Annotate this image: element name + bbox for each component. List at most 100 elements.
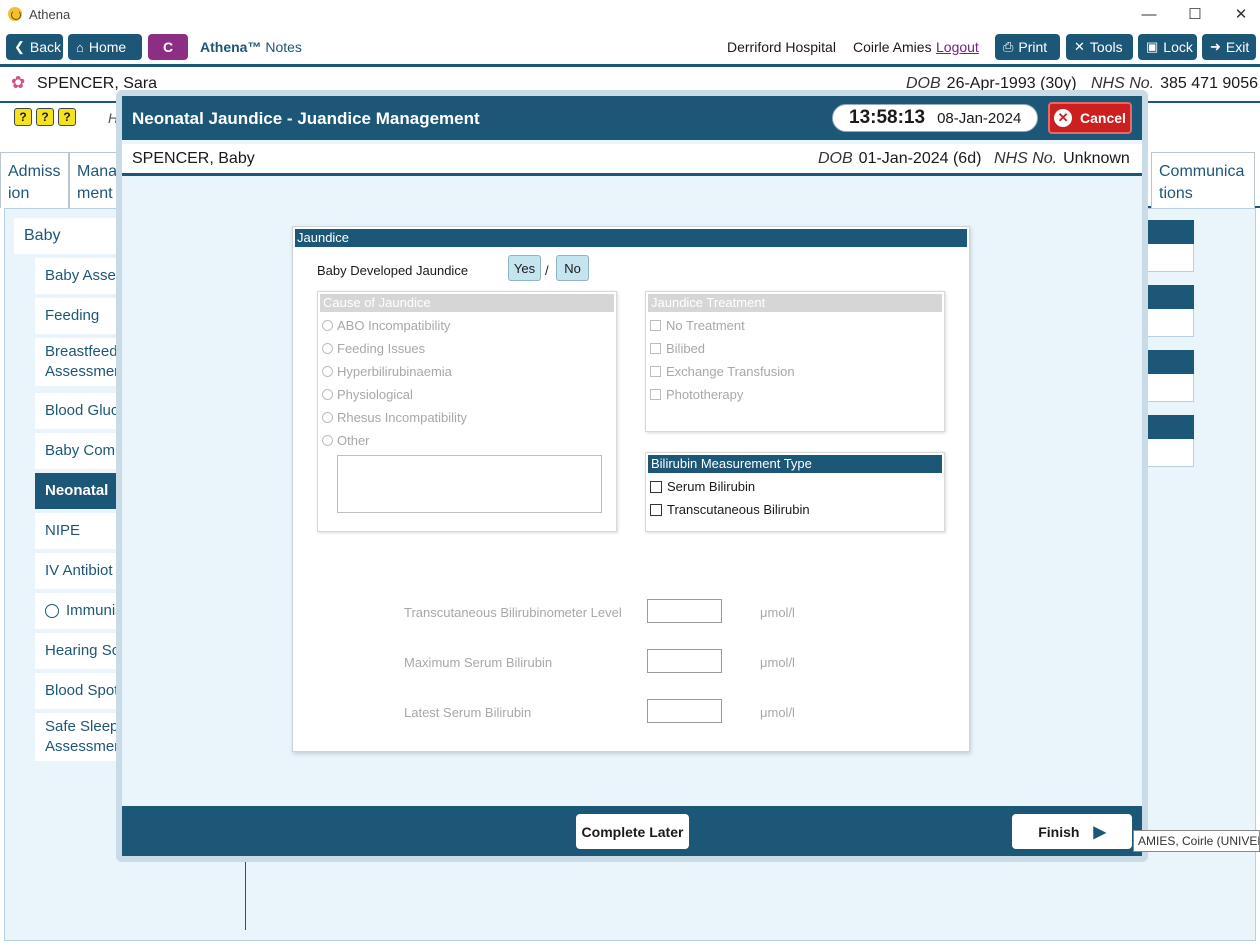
home-button[interactable]: ⌂ Home: [68, 34, 142, 60]
close-window-button[interactable]: ✕: [1218, 0, 1260, 28]
option-label: Serum Bilirubin: [667, 479, 756, 494]
baby-nhs: NHS No. Unknown: [994, 150, 1130, 168]
tab-admission[interactable]: Admiss ion: [0, 152, 69, 208]
tab-label: ion: [8, 185, 30, 202]
max-serum-input[interactable]: [647, 649, 722, 673]
option-label: No Treatment: [666, 318, 745, 333]
baby-banner: SPENCER, Baby DOB 01-Jan-2024 (6d) NHS No…: [122, 144, 1142, 176]
treatment-option[interactable]: Bilibed: [650, 341, 705, 356]
tools-button[interactable]: ✕ Tools: [1066, 34, 1133, 60]
exit-button[interactable]: ➜ Exit: [1202, 34, 1256, 60]
cause-option[interactable]: Feeding Issues: [322, 341, 425, 356]
cause-option[interactable]: Other: [322, 433, 370, 448]
finish-button[interactable]: Finish ▶: [1012, 814, 1132, 849]
brand-name: Athena™: [200, 39, 262, 55]
sidebar-item-nipe[interactable]: NIPE: [35, 513, 125, 549]
home-icon: ⌂: [76, 39, 84, 55]
sidebar-item-label: Assessmen: [45, 738, 123, 755]
nhs-value: Unknown: [1063, 150, 1130, 167]
option-label: Phototherapy: [666, 387, 744, 402]
cancel-button[interactable]: ✕ Cancel: [1048, 102, 1132, 134]
sidebar-item-blood-glucose[interactable]: Blood Gluc: [35, 393, 125, 429]
brand: Athena™ Notes: [200, 39, 302, 55]
treatment-option[interactable]: Exchange Transfusion: [650, 364, 795, 379]
sidebar-item-baby-assessment[interactable]: Baby Asses: [35, 258, 125, 294]
measurement-option-transcutaneous[interactable]: Transcutaneous Bilirubin: [650, 502, 810, 517]
sidebar-item-hearing[interactable]: Hearing Sc: [35, 633, 125, 669]
nhs-label: NHS No.: [994, 150, 1058, 167]
toolbar-divider: [0, 64, 1260, 67]
radio-icon: [322, 366, 333, 377]
window-title: Athena: [29, 6, 71, 22]
transcutaneous-level-input[interactable]: [647, 599, 722, 623]
help-alert-icon[interactable]: ?: [14, 108, 32, 126]
radio-circle-icon: [45, 604, 59, 618]
lock-button[interactable]: ▣ Lock: [1138, 34, 1197, 60]
background-card: [1146, 415, 1194, 467]
option-label: Exchange Transfusion: [666, 364, 795, 379]
sidebar-item-neonatal[interactable]: Neonatal: [35, 473, 125, 509]
cause-option[interactable]: Rhesus Incompatibility: [322, 410, 467, 425]
sidebar-item-feeding[interactable]: Feeding: [35, 298, 125, 334]
tab-communications[interactable]: Communica tions: [1151, 152, 1255, 208]
user-name: Coirle Amies: [853, 39, 932, 55]
treatment-option[interactable]: No Treatment: [650, 318, 745, 333]
sidebar-item-label: Safe Sleepi: [45, 718, 122, 735]
sidebar-heading-baby[interactable]: Baby: [14, 218, 124, 254]
c-button[interactable]: C: [148, 34, 188, 60]
print-button[interactable]: ⎙ Print: [995, 34, 1060, 60]
tab-label: Mana: [77, 163, 118, 180]
cause-option[interactable]: ABO Incompatibility: [322, 318, 450, 333]
sidebar-item-breastfeeding[interactable]: Breastfeedi Assessmen: [35, 338, 125, 386]
cause-of-jaundice-group: Cause of Jaundice ABO Incompatibility Fe…: [317, 291, 617, 532]
bilirubin-measurement-group: Bilirubin Measurement Type Serum Bilirub…: [645, 452, 945, 532]
measurement-option-serum[interactable]: Serum Bilirubin: [650, 479, 755, 494]
complete-later-button[interactable]: Complete Later: [576, 814, 689, 849]
minimize-button[interactable]: —: [1126, 0, 1172, 28]
sidebar-item-blood-spot[interactable]: Blood Spot: [35, 673, 125, 709]
modal-body: Neonatal Jaundice - Juandice Management …: [122, 96, 1142, 856]
cause-option[interactable]: Physiological: [322, 387, 413, 402]
other-cause-textarea[interactable]: [337, 455, 602, 513]
logout-link[interactable]: Logout: [936, 39, 979, 55]
clock-display: 13:58:13 08-Jan-2024: [832, 104, 1038, 132]
cause-option[interactable]: Hyperbilirubinaemia: [322, 364, 452, 379]
checkbox-icon: [650, 480, 662, 493]
yes-button[interactable]: Yes: [508, 255, 541, 281]
modal-title: Neonatal Jaundice - Juandice Management: [132, 109, 480, 128]
checkbox-icon: [650, 366, 661, 377]
latest-serum-unit: μmol/l: [760, 705, 795, 720]
brand-suffix: Notes: [265, 39, 302, 55]
lock-icon: ▣: [1146, 39, 1159, 54]
treatment-option[interactable]: Phototherapy: [650, 387, 743, 402]
back-button[interactable]: ❮ Back: [6, 34, 63, 60]
sidebar-item-immunisation[interactable]: Immunis: [35, 593, 125, 629]
latest-serum-input[interactable]: [647, 699, 722, 723]
transcutaneous-level-unit: μmol/l: [760, 605, 795, 620]
sidebar-item-safe-sleeping[interactable]: Safe Sleepi Assessmen: [35, 713, 125, 761]
nhs-value: 385 471 9056: [1160, 75, 1258, 92]
sidebar-item-label: Immunis: [66, 602, 123, 619]
sidebar-item-baby-comms[interactable]: Baby Comr: [35, 433, 125, 469]
radio-icon: [322, 435, 333, 446]
finish-label: Finish: [1038, 823, 1080, 840]
sidebar-item-iv-antibiotics[interactable]: IV Antibiot: [35, 553, 125, 589]
option-label: Bilibed: [666, 341, 706, 356]
help-alert-icon[interactable]: ?: [58, 108, 76, 126]
option-label: Physiological: [337, 387, 413, 402]
option-label: Rhesus Incompatibility: [337, 410, 468, 425]
checkbox-icon: [650, 343, 661, 354]
option-label: ABO Incompatibility: [337, 318, 451, 333]
maximize-button[interactable]: ☐: [1172, 0, 1218, 28]
option-label: Other: [337, 433, 370, 448]
tab-label: tions: [1159, 185, 1193, 202]
baby-name: SPENCER, Baby: [132, 150, 255, 167]
user-tooltip: AMIES, Coirle (UNIVERS: [1133, 830, 1260, 852]
main-toolbar: ❮ Back ⌂ Home C Athena™ Notes Derriford …: [0, 30, 1260, 64]
panel-heading: Jaundice: [295, 229, 967, 247]
no-button[interactable]: No: [556, 255, 589, 281]
exit-icon: ➜: [1210, 39, 1221, 54]
option-label: Transcutaneous Bilirubin: [667, 502, 810, 517]
help-alert-icon[interactable]: ?: [36, 108, 54, 126]
alert-icons: ? ? ?: [14, 108, 76, 126]
